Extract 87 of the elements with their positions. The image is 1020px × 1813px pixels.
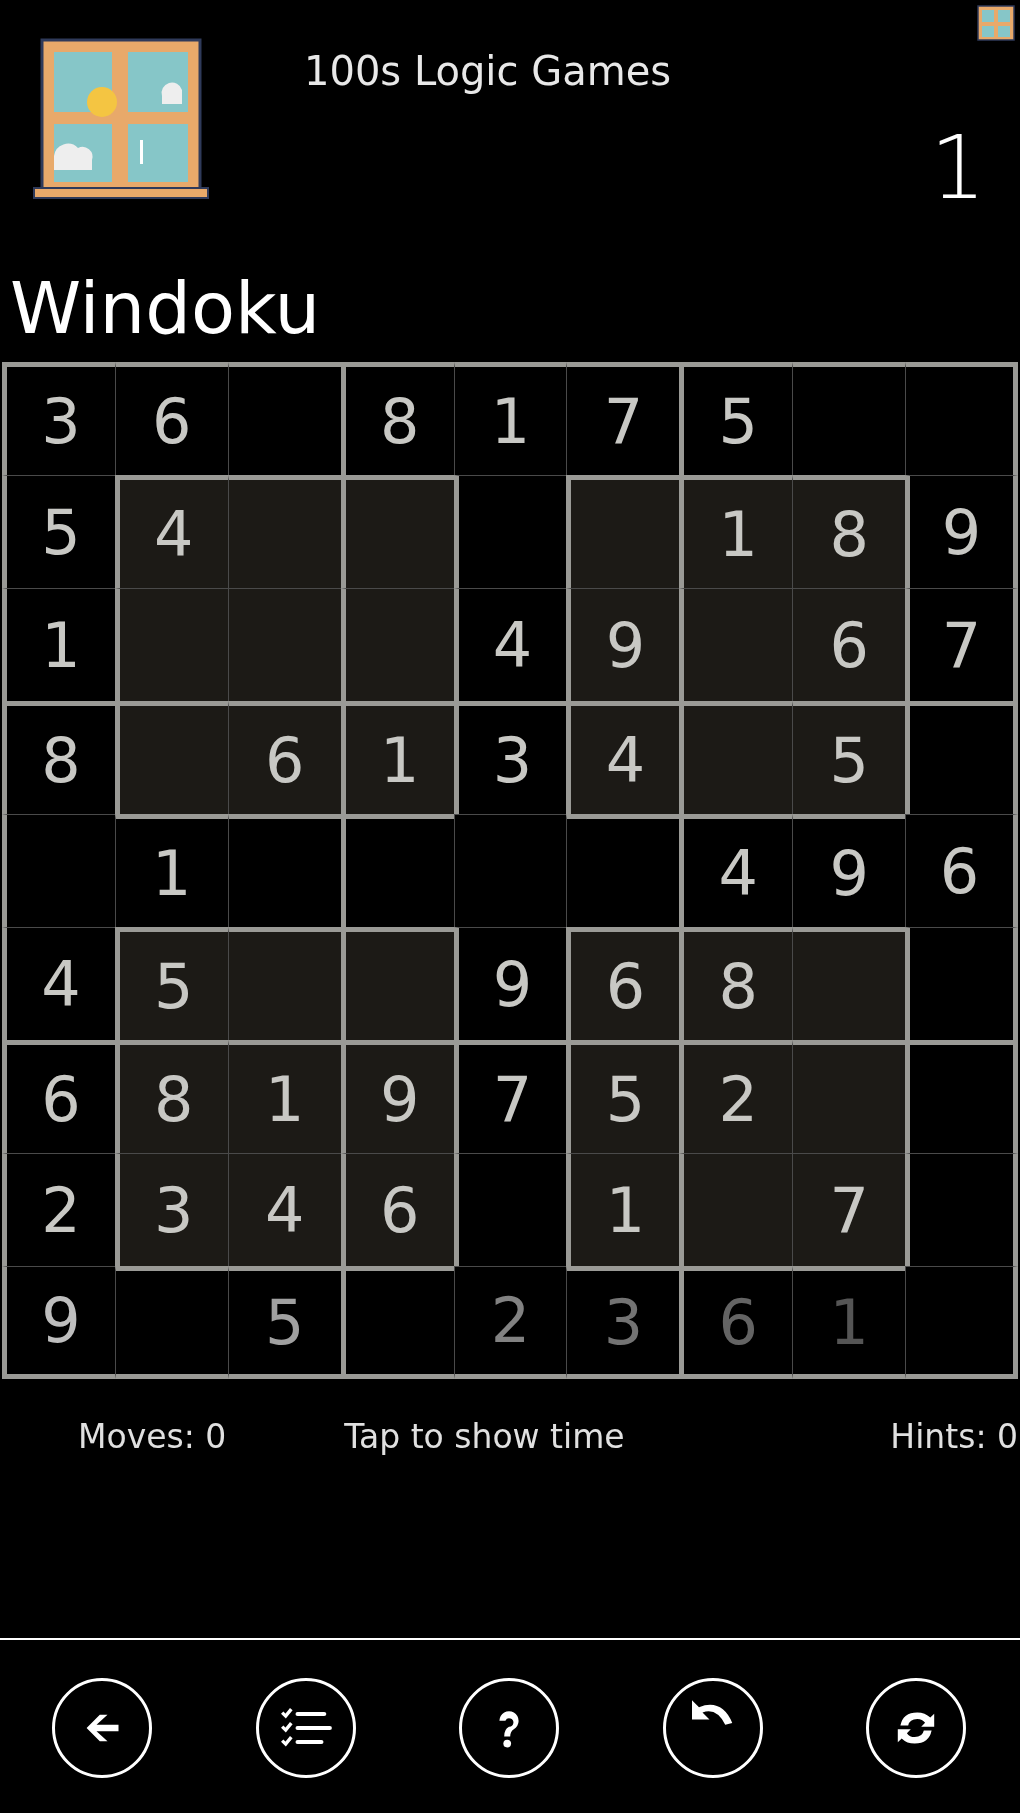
grid-cell[interactable]: 4 xyxy=(566,701,680,814)
grid-cell[interactable] xyxy=(2,814,115,927)
grid-cell[interactable] xyxy=(340,1266,454,1379)
grid-cell[interactable]: 5 xyxy=(227,1266,341,1379)
grid-cell[interactable] xyxy=(792,362,906,475)
grid-cell[interactable]: 6 xyxy=(2,1040,115,1153)
grid-cell[interactable]: 9 xyxy=(566,588,680,701)
grid-cell[interactable]: 9 xyxy=(905,475,1018,588)
grid-cell[interactable]: 9 xyxy=(2,1266,115,1379)
grid-cell[interactable]: 1 xyxy=(340,701,454,814)
grid-cell[interactable]: 6 xyxy=(340,1153,454,1266)
window-logo-icon xyxy=(976,4,1016,44)
grid-cell[interactable]: 6 xyxy=(566,927,680,1040)
grid-cell[interactable] xyxy=(340,475,454,588)
grid-cell[interactable]: 9 xyxy=(340,1040,454,1153)
grid-cell[interactable] xyxy=(453,1153,567,1266)
grid-cell[interactable]: 4 xyxy=(2,927,115,1040)
grid-cell[interactable]: 7 xyxy=(905,588,1018,701)
grid-cell[interactable]: 3 xyxy=(453,701,567,814)
grid-cell[interactable] xyxy=(114,588,228,701)
grid-cell[interactable]: 5 xyxy=(679,362,793,475)
grid-cell[interactable]: 5 xyxy=(792,701,906,814)
grid-cell[interactable]: 6 xyxy=(114,362,228,475)
grid-cell[interactable] xyxy=(114,701,228,814)
grid-cell[interactable] xyxy=(340,814,454,927)
grid-cell[interactable]: 4 xyxy=(453,588,567,701)
grid-cell[interactable]: 8 xyxy=(340,362,454,475)
grid-cell[interactable]: 3 xyxy=(566,1266,680,1379)
grid-cell[interactable] xyxy=(792,927,906,1040)
grid-cell[interactable]: 3 xyxy=(2,362,115,475)
grid-cell[interactable]: 6 xyxy=(227,701,341,814)
grid-cell[interactable] xyxy=(227,588,341,701)
grid-cell[interactable]: 4 xyxy=(114,475,228,588)
grid-cell[interactable] xyxy=(905,1266,1018,1379)
grid-cell[interactable] xyxy=(453,475,567,588)
grid-cell[interactable] xyxy=(340,927,454,1040)
grid-cell[interactable]: 3 xyxy=(114,1153,228,1266)
grid-cell[interactable] xyxy=(679,701,793,814)
grid-cell[interactable] xyxy=(227,927,341,1040)
grid-cell[interactable] xyxy=(227,475,341,588)
grid-cell[interactable]: 1 xyxy=(566,1153,680,1266)
grid-cell[interactable] xyxy=(566,475,680,588)
grid-cell[interactable]: 8 xyxy=(679,927,793,1040)
grid-cell[interactable]: 7 xyxy=(453,1040,567,1153)
moves-count: Moves: 0 xyxy=(78,1417,227,1456)
grid-cell[interactable]: 1 xyxy=(679,475,793,588)
grid-cell[interactable]: 9 xyxy=(792,814,906,927)
grid-cell[interactable]: 7 xyxy=(792,1153,906,1266)
grid-cell[interactable]: 8 xyxy=(2,701,115,814)
grid-cell[interactable]: 7 xyxy=(566,362,680,475)
puzzle-title: Windoku xyxy=(9,265,322,352)
grid-cell[interactable]: 1 xyxy=(227,1040,341,1153)
grid-cell[interactable]: 4 xyxy=(227,1153,341,1266)
grid-cell[interactable] xyxy=(340,588,454,701)
hints-count: Hints: 0 xyxy=(890,1417,1018,1456)
grid-cell[interactable] xyxy=(905,701,1018,814)
show-time-link[interactable]: Tap to show time xyxy=(344,1417,625,1456)
app-title: 100s Logic Games xyxy=(304,48,673,94)
grid-cell[interactable]: 6 xyxy=(905,814,1018,927)
grid-cell[interactable] xyxy=(905,1153,1018,1266)
grid-cell[interactable]: 8 xyxy=(792,475,906,588)
grid-cell[interactable]: 9 xyxy=(453,927,567,1040)
grid-cell[interactable] xyxy=(227,362,341,475)
grid-cell[interactable] xyxy=(453,814,567,927)
grid-cell[interactable]: 1 xyxy=(453,362,567,475)
grid-cell[interactable]: 2 xyxy=(2,1153,115,1266)
grid-cell[interactable] xyxy=(905,927,1018,1040)
grid-cell[interactable]: 6 xyxy=(792,588,906,701)
grid-cell[interactable] xyxy=(905,1040,1018,1153)
grid-cell[interactable] xyxy=(905,362,1018,475)
grid-cell[interactable]: 6 xyxy=(679,1266,793,1379)
puzzle-number: 1 xyxy=(930,124,986,212)
grid-cell[interactable]: 5 xyxy=(2,475,115,588)
grid-cell[interactable]: 1 xyxy=(2,588,115,701)
grid-cell[interactable]: 2 xyxy=(679,1040,793,1153)
grid-cell[interactable] xyxy=(679,1153,793,1266)
grid-cell[interactable] xyxy=(566,814,680,927)
grid-cell[interactable]: 1 xyxy=(114,814,228,927)
grid-cell[interactable]: 8 xyxy=(114,1040,228,1153)
grid-cell[interactable] xyxy=(792,1040,906,1153)
grid-cell[interactable] xyxy=(679,588,793,701)
grid-cell[interactable] xyxy=(114,1266,228,1379)
grid-cell[interactable] xyxy=(227,814,341,927)
grid-cell[interactable]: 2 xyxy=(453,1266,567,1379)
grid-cell[interactable]: 4 xyxy=(679,814,793,927)
grid-cell[interactable]: 5 xyxy=(566,1040,680,1153)
grid-cell[interactable]: 5 xyxy=(114,927,228,1040)
